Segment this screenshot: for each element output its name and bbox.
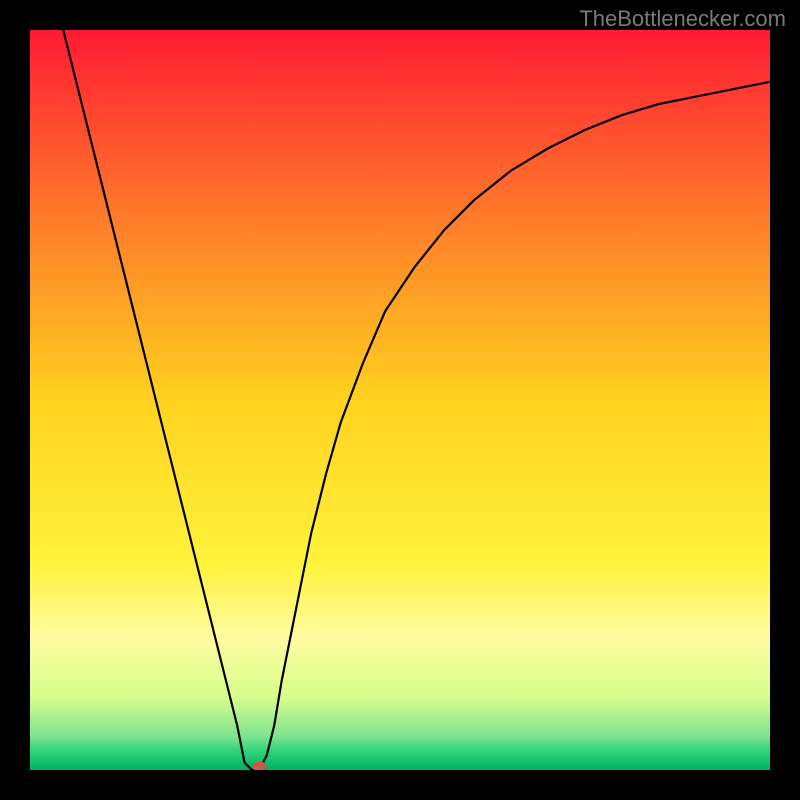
plot-frame [30,30,770,770]
gradient-background [30,30,770,770]
plot-svg [30,30,770,770]
watermark-text: TheBottlenecker.com [579,6,786,32]
